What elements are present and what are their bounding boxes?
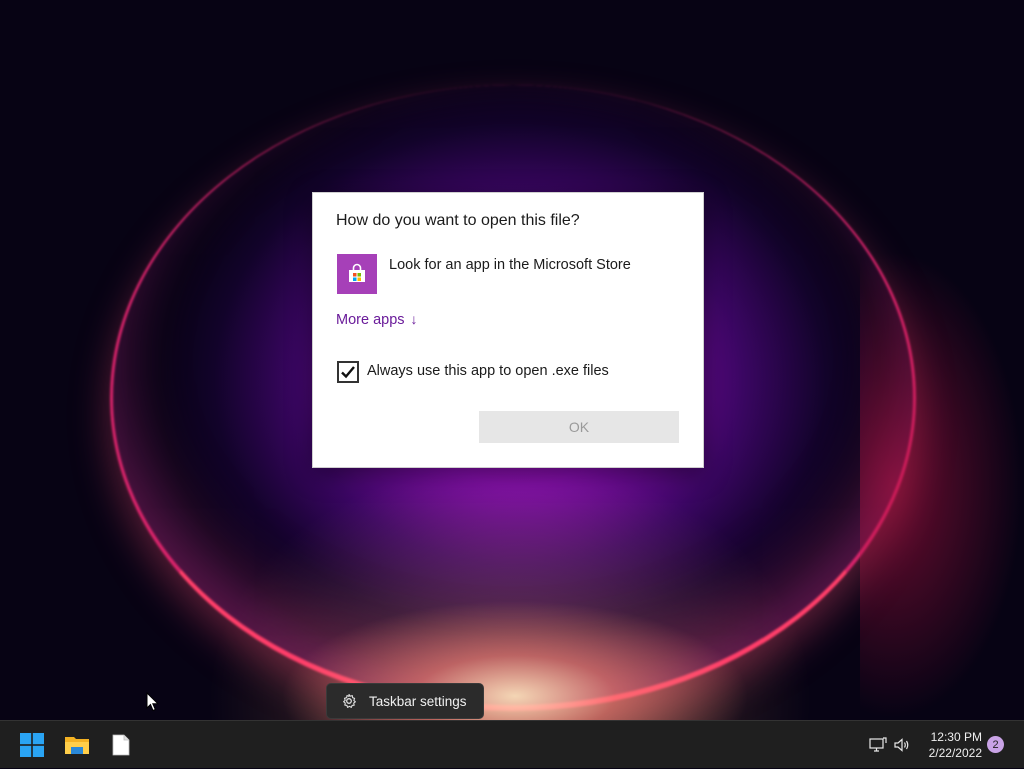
gear-icon [341,693,357,709]
microsoft-store-icon [337,254,377,294]
always-use-label: Always use this app to open .exe files [367,363,609,379]
wallpaper-glow-right [860,250,1024,720]
microsoft-store-option[interactable]: Look for an app in the Microsoft Store [337,254,677,296]
clock-time: 12:30 PM [930,730,982,744]
store-option-label: Look for an app in the Microsoft Store [389,257,631,273]
system-clock[interactable]: 12:30 PM 2/22/2022 [920,729,982,761]
volume-icon[interactable] [892,735,912,755]
start-button[interactable] [10,721,54,769]
taskbar-settings-tooltip[interactable]: Taskbar settings [326,683,484,719]
blank-document-icon [112,734,130,756]
tooltip-label: Taskbar settings [369,693,467,709]
mouse-cursor-icon [146,691,160,717]
always-use-checkbox[interactable] [337,361,359,383]
open-with-dialog: How do you want to open this file? Look … [312,192,704,468]
taskbar: 12:30 PM 2/22/2022 [0,720,1024,768]
file-explorer-icon [65,737,89,754]
document-button[interactable] [99,721,143,769]
clock-date: 2/22/2022 [928,746,982,760]
network-icon[interactable] [868,735,888,755]
arrow-down-icon: ↓ [410,311,418,327]
ok-button[interactable]: OK [479,411,679,443]
checkmark-icon [341,366,355,379]
file-explorer-button[interactable] [55,721,99,769]
more-apps-label: More apps [336,312,405,328]
dialog-title: How do you want to open this file? [336,212,580,229]
notification-badge[interactable]: 2 [987,736,1004,753]
more-apps-link[interactable]: More apps ↓ [336,311,418,328]
windows-start-icon [20,733,44,757]
